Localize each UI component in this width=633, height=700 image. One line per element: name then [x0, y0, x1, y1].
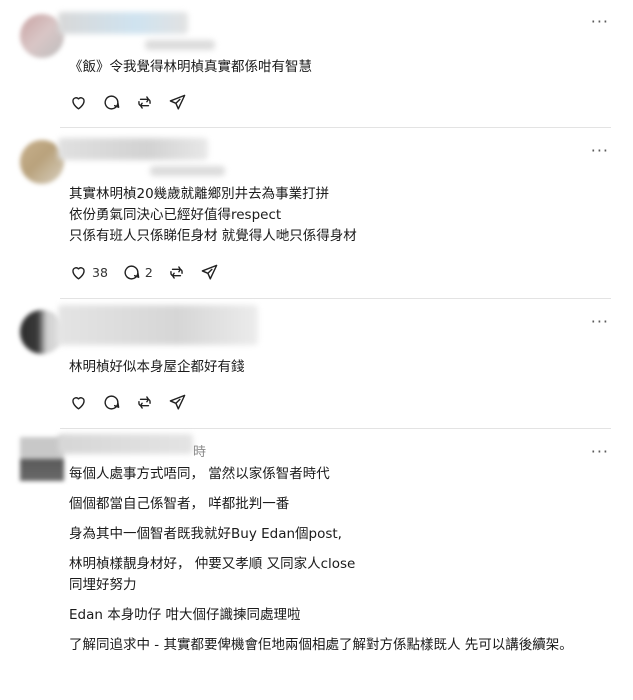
comment-icon	[124, 265, 140, 280]
post-actions	[69, 93, 187, 112]
post-line: 《飯》令我覺得林明楨真實都係咁有智慧	[69, 59, 312, 75]
share-button[interactable]	[168, 93, 187, 112]
post-paragraph: 身為其中一個智者既我就好Buy Edan個post,	[69, 526, 342, 542]
more-options-icon[interactable]: ···	[591, 141, 609, 160]
username-blurred[interactable]	[58, 138, 208, 160]
comment-button[interactable]: 2	[122, 263, 153, 282]
repost-button[interactable]	[135, 393, 154, 412]
more-options-icon[interactable]: ···	[591, 12, 609, 31]
comment-button[interactable]	[102, 93, 121, 112]
repost-icon	[138, 396, 151, 409]
repost-button[interactable]	[167, 263, 186, 282]
username-blurred[interactable]	[58, 12, 188, 34]
more-options-icon[interactable]: ···	[591, 442, 609, 461]
post-timestamp: 時	[193, 445, 207, 460]
divider	[60, 127, 611, 128]
username-blurred[interactable]	[58, 434, 193, 454]
divider	[60, 298, 611, 299]
post-line: 依份勇氣同決心已經好值得respect	[69, 207, 282, 223]
repost-icon	[138, 96, 151, 109]
post-line: 林明楨好似本身屋企都好有錢	[69, 359, 245, 375]
post-paragraph: 每個人處事方式唔同， 當然以家係智者時代	[69, 466, 330, 482]
comment-button[interactable]	[102, 393, 121, 412]
post-text: 《飯》令我覺得林明楨真實都係咁有智慧	[69, 57, 603, 78]
username-blurred[interactable]	[58, 305, 258, 345]
meta-blurred	[150, 166, 225, 176]
repost-icon	[170, 266, 183, 279]
comment-icon	[104, 395, 120, 410]
heart-icon	[72, 397, 85, 410]
post-actions: 38 2	[69, 263, 219, 282]
post-actions	[69, 393, 187, 412]
heart-icon	[72, 267, 85, 280]
divider	[60, 428, 611, 429]
heart-icon	[72, 97, 85, 110]
share-icon	[169, 394, 186, 410]
post-text: 其實林明楨20幾歲就離鄉別井去為事業打拼 依份勇氣同決心已經好值得respect…	[69, 184, 603, 247]
share-button[interactable]	[200, 263, 219, 282]
like-button[interactable]: 38	[69, 263, 108, 282]
post-paragraph: 個個都當自己係智者， 咩都批判一番	[69, 496, 290, 512]
share-icon	[169, 94, 186, 110]
comment-icon	[104, 95, 120, 110]
post-paragraph: Edan 本身叻仔 咁大個仔識揀同處理啦	[69, 607, 301, 623]
like-button[interactable]	[69, 393, 88, 412]
share-button[interactable]	[168, 393, 187, 412]
repost-button[interactable]	[135, 93, 154, 112]
reply-count: 2	[144, 265, 153, 280]
more-options-icon[interactable]: ···	[591, 312, 609, 331]
post-paragraph: 了解同追求中 - 其實都要俾機會佢地兩個相處了解對方係點樣既人 先可以講後續架。	[69, 637, 573, 653]
post-text: 林明楨好似本身屋企都好有錢	[69, 357, 603, 378]
meta-blurred	[145, 40, 215, 50]
post-line: 只係有班人只係睇佢身材 就覺得人哋只係得身材	[69, 228, 357, 244]
post-paragraph: 林明楨樣靚身材好， 仲要又孝順 又同家人close 同埋好努力	[69, 556, 356, 593]
like-button[interactable]	[69, 93, 88, 112]
share-icon	[201, 264, 218, 280]
like-count: 38	[92, 265, 108, 280]
post-line: 其實林明楨20幾歲就離鄉別井去為事業打拼	[69, 186, 330, 202]
post-text: 每個人處事方式唔同， 當然以家係智者時代 個個都當自己係智者， 咩都批判一番 身…	[69, 464, 603, 656]
